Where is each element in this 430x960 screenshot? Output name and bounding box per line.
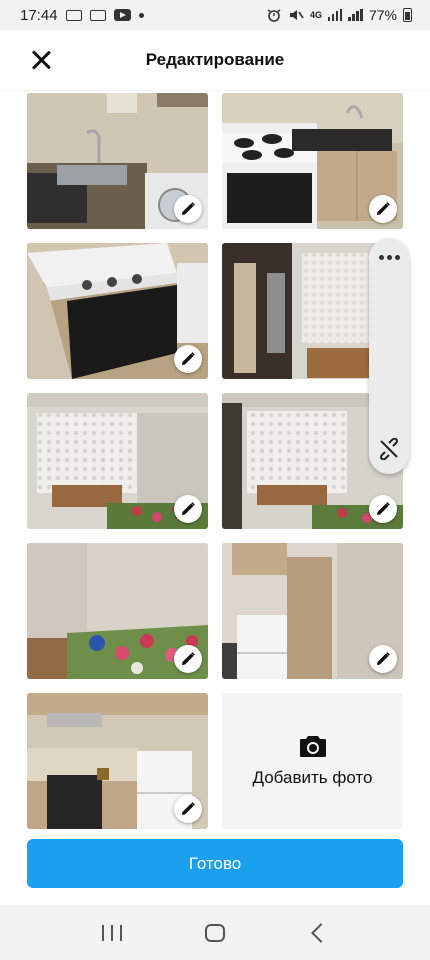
unlink-icon[interactable] <box>378 438 400 460</box>
photo-tile[interactable] <box>222 543 403 679</box>
photo-tile[interactable] <box>27 93 208 229</box>
photo-tile[interactable] <box>27 693 208 829</box>
home-icon[interactable] <box>204 923 225 942</box>
close-button[interactable] <box>28 47 54 73</box>
pencil-icon <box>182 502 195 515</box>
done-button[interactable]: Готово <box>27 839 403 888</box>
edit-photo-button[interactable] <box>174 645 202 673</box>
more-options-icon[interactable] <box>377 252 401 262</box>
edit-photo-button[interactable] <box>369 495 397 523</box>
status-bar: 17:44 4G 77% <box>0 0 430 30</box>
alarm-icon <box>267 9 281 22</box>
photo-tile[interactable] <box>27 243 208 379</box>
pencil-icon <box>182 652 195 665</box>
system-nav-bar <box>0 905 430 960</box>
floating-panel[interactable] <box>369 238 409 474</box>
mute-icon <box>289 10 304 20</box>
edit-photo-button[interactable] <box>174 195 202 223</box>
signal-icon <box>327 9 343 21</box>
notification-dot-icon <box>138 12 144 18</box>
pencil-icon <box>377 502 390 515</box>
photo-tile[interactable] <box>27 393 208 529</box>
recent-apps-icon[interactable] <box>101 924 122 941</box>
battery-icon <box>403 8 412 22</box>
pencil-icon <box>182 352 195 365</box>
youtube-icon <box>113 9 131 21</box>
pencil-icon <box>377 652 390 665</box>
edit-photo-button[interactable] <box>369 645 397 673</box>
status-bar-right: 4G 77% <box>266 7 412 23</box>
camera-icon <box>299 736 326 757</box>
pencil-icon <box>182 202 195 215</box>
mail-icon <box>65 9 82 21</box>
status-bar-left: 17:44 <box>20 7 144 24</box>
page-title: Редактирование <box>145 50 285 69</box>
photo-tile[interactable] <box>27 543 208 679</box>
edit-photo-button[interactable] <box>174 795 202 823</box>
photo-tile[interactable] <box>222 93 403 229</box>
back-icon[interactable] <box>311 922 332 943</box>
network-type: 4G <box>309 10 322 20</box>
signal-2-icon <box>348 9 363 21</box>
pencil-icon <box>377 202 390 215</box>
app-header: Редактирование <box>0 30 430 90</box>
photo-grid: Добавить фото <box>27 93 403 829</box>
edit-photo-button[interactable] <box>174 345 202 373</box>
edit-photo-button[interactable] <box>369 195 397 223</box>
add-photo-button[interactable]: Добавить фото <box>222 693 403 829</box>
status-time: 17:44 <box>20 6 58 24</box>
add-photo-label: Добавить фото <box>252 768 373 787</box>
battery-percent: 77% <box>368 7 397 23</box>
edit-photo-button[interactable] <box>174 495 202 523</box>
gallery-icon <box>89 9 106 21</box>
pencil-icon <box>182 802 195 815</box>
